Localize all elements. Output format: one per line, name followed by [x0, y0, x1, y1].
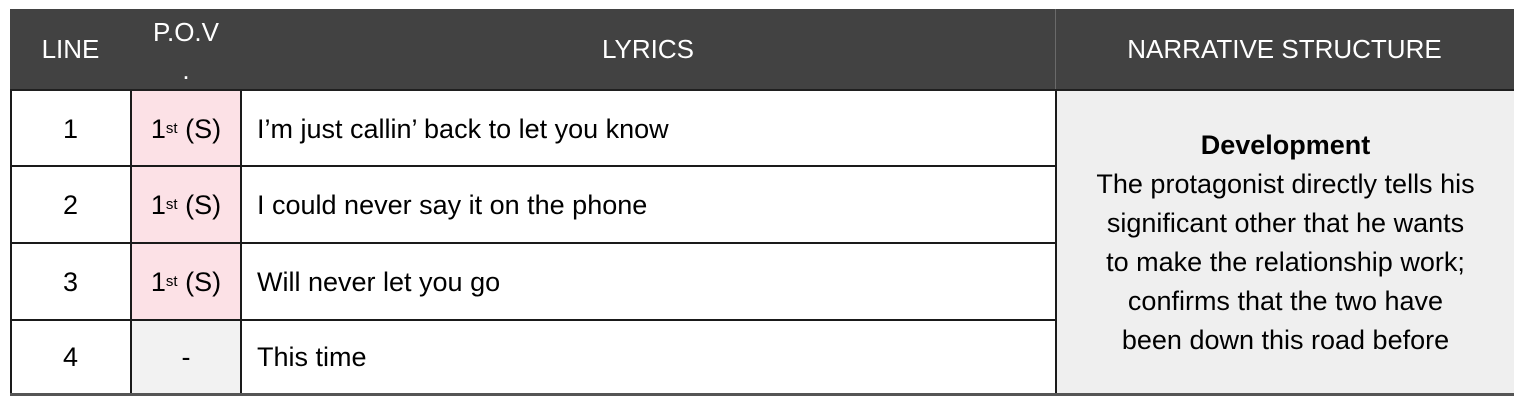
line-number: 1	[62, 113, 79, 144]
pov-cell: 1st (S)	[131, 167, 241, 243]
lyrics-analysis-table: LINE P.O.V . LYRICS NARRATIVE STRUCTURE …	[10, 9, 1514, 396]
lyric-text: I could never say it on the phone	[257, 189, 648, 220]
pov-tail: (S)	[177, 113, 222, 144]
narrative-title: Development	[1200, 130, 1371, 160]
lyric-text: Will never let you go	[257, 266, 501, 297]
table-bottom-border	[10, 393, 1514, 396]
lyric-text: I’m just callin’ back to let you know	[257, 113, 669, 144]
header-divider	[1055, 9, 1056, 89]
pov-tail: (S)	[177, 266, 222, 297]
pov-base: 1	[150, 266, 166, 297]
header-pov-top: P.O.V	[152, 17, 219, 47]
table-header: LINE P.O.V . LYRICS NARRATIVE STRUCTURE	[10, 9, 1514, 91]
table-row: 4 - This time	[10, 321, 1055, 393]
column-divider	[10, 91, 12, 394]
pov-cell: 1st (S)	[131, 91, 241, 167]
narrative-line: significant other that he wants	[1106, 208, 1465, 238]
table-row: 1 1st (S) I’m just callin’ back to let y…	[10, 91, 1055, 167]
pov-cell: 1st (S)	[131, 244, 241, 320]
lyric-text: This time	[257, 341, 367, 372]
header-pov: P.O.V .	[131, 9, 241, 91]
line-number: 3	[62, 266, 79, 297]
header-narrative: NARRATIVE STRUCTURE	[1127, 33, 1442, 64]
pov-tail: (S)	[177, 189, 222, 220]
column-divider	[240, 91, 242, 394]
header-pov-bottom: .	[182, 55, 190, 85]
narrative-line: confirms that the two have	[1127, 286, 1444, 316]
column-divider	[130, 91, 132, 394]
narrative-line: to make the relationship work;	[1106, 247, 1465, 277]
table-row: 2 1st (S) I could never say it on the ph…	[10, 167, 1055, 243]
narrative-line: The protagonist directly tells his	[1096, 169, 1475, 199]
line-number: 2	[62, 189, 79, 220]
pov-cell: -	[131, 321, 241, 393]
table-row: 3 1st (S) Will never let you go	[10, 244, 1055, 320]
header-line: LINE	[41, 33, 100, 64]
narrative-line: been down this road before	[1121, 325, 1450, 355]
pov-base: 1	[150, 113, 166, 144]
narrative-structure-cell: Development The protagonist directly tel…	[1055, 91, 1514, 395]
pov-base: 1	[150, 189, 166, 220]
line-number: 4	[62, 341, 79, 372]
header-lyrics: LYRICS	[602, 33, 694, 64]
